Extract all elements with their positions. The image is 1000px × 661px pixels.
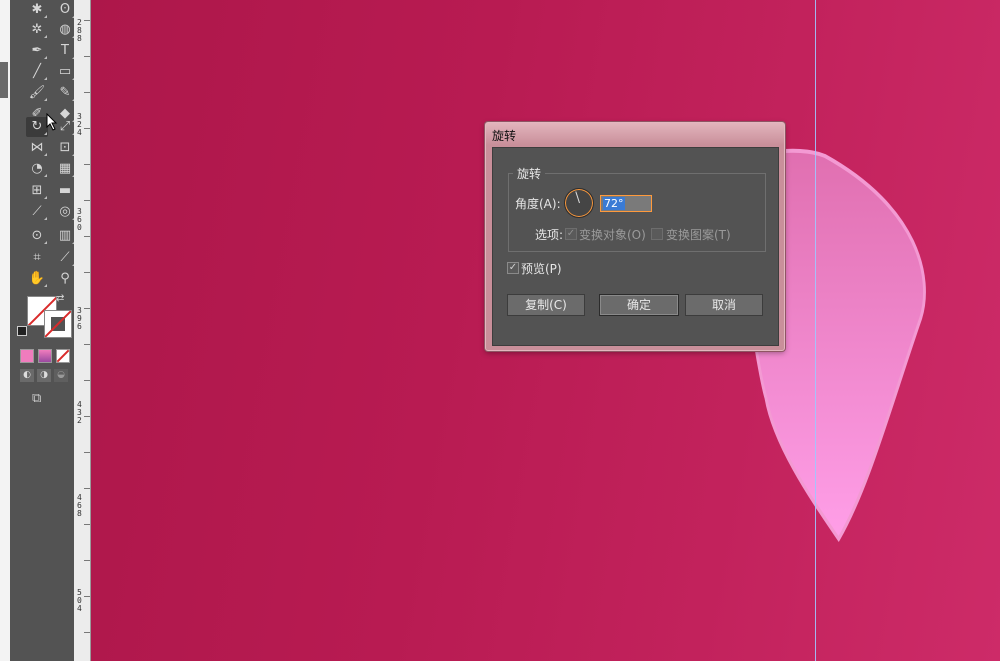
transform-objects-checkbox[interactable]: ✓	[565, 228, 577, 240]
options-label: 选项:	[535, 228, 564, 242]
mouse-cursor-icon	[46, 113, 58, 131]
angle-label: 角度(A):	[515, 197, 561, 211]
draw-behind-icon[interactable]: ◑	[37, 369, 51, 382]
gradient-mode-icon[interactable]	[38, 349, 52, 363]
blend-tool-icon[interactable]: ◎	[54, 202, 76, 222]
free-transform-tool-icon[interactable]: ⊡	[54, 138, 76, 158]
symbol-sprayer-tool-icon[interactable]: ⊙	[26, 226, 48, 246]
stroke-color-swatch[interactable]	[44, 310, 72, 338]
left-edge-strip	[0, 0, 10, 661]
tools-panel: ✱ ʘ ✲ ◍ ✒ T ╱ ▭ 🖌 ✎ ✐ ◆ ↻ ⤢ ⋈ ⊡ ◔ ▦ ⊞ ▬ …	[10, 0, 76, 661]
cancel-button[interactable]: 取消	[685, 294, 763, 316]
draw-inside-icon[interactable]: ◒	[54, 369, 68, 382]
screen-mode-icon[interactable]: ⧉	[32, 391, 41, 406]
perspective-grid-tool-icon[interactable]: ▦	[54, 159, 76, 179]
panel-collapse-tab[interactable]	[0, 62, 8, 98]
line-tool-icon[interactable]: ╱	[26, 62, 48, 82]
angle-value: 72°	[603, 197, 625, 210]
magic-wand-icon[interactable]: ✱	[26, 0, 48, 20]
ruler-label: 360	[77, 207, 82, 232]
dialog-titlebar[interactable]	[486, 123, 784, 145]
angle-dial[interactable]	[564, 188, 594, 218]
transform-objects-label: 变换对象(O)	[579, 228, 646, 242]
angle-input[interactable]: 72°	[600, 195, 652, 212]
dialog-body: 旋转 角度(A): 72° 选项: ✓ 变换对象(O) 变换图案(T) ✓ 预览…	[492, 147, 779, 346]
color-mode-icon[interactable]	[20, 349, 34, 363]
transform-patterns-checkbox[interactable]	[651, 228, 663, 240]
magic-wand-tool-icon[interactable]: ✲	[26, 20, 48, 40]
preview-label: 预览(P)	[521, 262, 562, 276]
paintbrush-tool-icon[interactable]: 🖌	[26, 83, 48, 103]
slice-tool-icon[interactable]: ⟋	[54, 248, 76, 268]
ruler-label: 288	[77, 18, 82, 43]
rotate-dialog: 旋转 旋转 角度(A): 72° 选项: ✓ 变换对象(O) 变换图案(T) ✓…	[485, 122, 785, 351]
type-tool-glyph: T	[61, 43, 69, 58]
gradient-tool-icon[interactable]: ▬	[54, 181, 76, 201]
eyedropper-tool-icon[interactable]: ⟋	[26, 202, 48, 222]
width-tool-icon[interactable]: ⋈	[26, 138, 48, 158]
draw-normal-icon[interactable]: ◐	[20, 369, 34, 382]
transform-patterns-label: 变换图案(T)	[666, 228, 731, 242]
ruler-label: 324	[77, 112, 82, 137]
drawing-modes: ◐ ◑ ◒	[18, 369, 74, 383]
pencil-tool-icon[interactable]: ✎	[54, 83, 76, 103]
ruler-label: 396	[77, 306, 82, 331]
mesh-tool-icon[interactable]: ⊞	[26, 181, 48, 201]
hand-tool-icon[interactable]: ✋	[26, 269, 48, 289]
preview-checkbox[interactable]: ✓	[507, 262, 519, 274]
lasso-tool-icon[interactable]: ◍	[54, 20, 76, 40]
ruler-label: 468	[77, 493, 82, 518]
column-graph-tool-icon[interactable]: ▥	[54, 226, 76, 246]
dial-needle	[575, 191, 580, 204]
rectangle-tool-icon[interactable]: ▭	[54, 62, 76, 82]
dialog-title: 旋转	[492, 129, 517, 143]
ok-button[interactable]: 确定	[599, 294, 679, 316]
artboard-tool-icon[interactable]: ⌗	[26, 248, 48, 268]
group-label: 旋转	[513, 165, 546, 182]
copy-button[interactable]: 复制(C)	[507, 294, 585, 316]
vertical-ruler: 288 324 360 396 432 468 504	[74, 0, 91, 661]
lasso-icon[interactable]: ʘ	[54, 0, 76, 20]
none-mode-icon[interactable]	[56, 349, 70, 363]
pen-tool-icon[interactable]: ✒	[26, 41, 48, 61]
rotate-tool-icon[interactable]: ↻	[26, 117, 48, 137]
ruler-label: 432	[77, 400, 82, 425]
vertical-guide-line[interactable]	[815, 0, 816, 661]
default-fill-stroke-icon[interactable]	[17, 326, 27, 336]
shape-builder-tool-icon[interactable]: ◔	[26, 159, 48, 179]
zoom-tool-icon[interactable]: ⚲	[54, 269, 76, 289]
ruler-label: 504	[77, 588, 82, 613]
swap-fill-stroke-icon[interactable]: ⇄	[56, 293, 64, 304]
type-tool-icon[interactable]: T	[54, 41, 76, 61]
